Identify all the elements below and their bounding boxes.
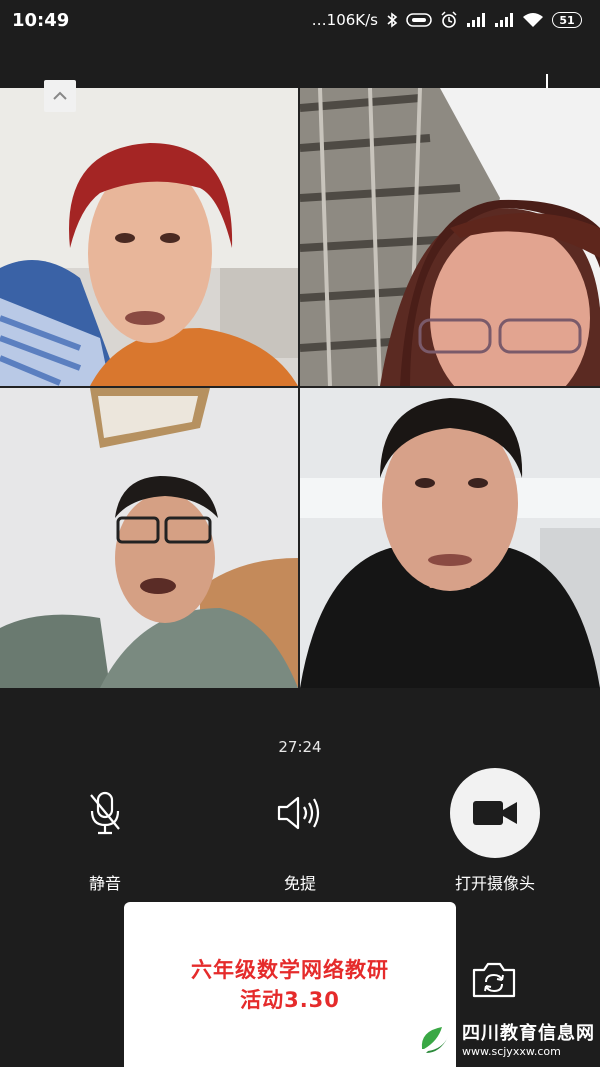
- status-time: 10:49: [12, 9, 70, 31]
- watermark-url: www.scjyxxw.com: [462, 1045, 561, 1058]
- top-indicator: [546, 74, 548, 88]
- mute-icon-wrap: [60, 768, 150, 858]
- video-camera-icon: [473, 801, 517, 825]
- status-bar: 10:49 …106K/s 51: [0, 0, 600, 40]
- participant-video-tile[interactable]: [300, 388, 600, 688]
- mute-button[interactable]: 静音: [35, 768, 175, 894]
- speaker-icon-wrap: [255, 768, 345, 858]
- signal-icon: [494, 12, 514, 28]
- bluetooth-icon: [386, 12, 398, 28]
- video-grid: [0, 88, 600, 688]
- site-logo-icon: [413, 1020, 455, 1062]
- camera-switch-icon: [472, 962, 516, 998]
- participant-video-tile[interactable]: [0, 388, 298, 688]
- caption-card: 六年级数学网络教研 活动3.30: [124, 902, 456, 1067]
- caption-title: 六年级数学网络教研: [191, 957, 389, 982]
- speaker-label: 免提: [283, 874, 316, 893]
- participant-video: [300, 388, 600, 688]
- participant-video: [0, 88, 298, 386]
- call-duration: 27:24: [278, 738, 322, 756]
- participant-video: [0, 388, 298, 688]
- watermark: 四川教育信息网 www.scjyxxw.com: [412, 1018, 596, 1064]
- camera-icon-wrap: [450, 768, 540, 858]
- network-speed: …106K/s: [311, 11, 378, 29]
- call-top-bar: [0, 40, 600, 88]
- camera-label: 打开摄像头: [454, 874, 535, 893]
- switch-camera-button[interactable]: [470, 960, 518, 1000]
- alarm-icon: [440, 11, 458, 29]
- battery-icon: 51: [552, 12, 582, 28]
- camera-toggle-button[interactable]: 打开摄像头: [425, 768, 565, 894]
- vibrate-icon: [406, 13, 432, 27]
- chevron-up-icon: [53, 91, 67, 100]
- wifi-icon: [522, 12, 544, 28]
- speaker-icon: [277, 796, 320, 830]
- participant-video-tile[interactable]: [300, 88, 600, 386]
- speaker-button[interactable]: 免提: [230, 768, 370, 894]
- signal-icon: [466, 12, 486, 28]
- mute-label: 静音: [88, 874, 121, 893]
- watermark-name: 四川教育信息网: [462, 1023, 595, 1044]
- participant-video: [300, 88, 600, 386]
- collapse-button[interactable]: [44, 80, 76, 112]
- caption-subtitle: 活动3.30: [240, 987, 340, 1012]
- participant-video-tile[interactable]: [0, 88, 298, 386]
- status-icons: …106K/s 51: [312, 11, 582, 29]
- microphone-off-icon: [90, 791, 120, 835]
